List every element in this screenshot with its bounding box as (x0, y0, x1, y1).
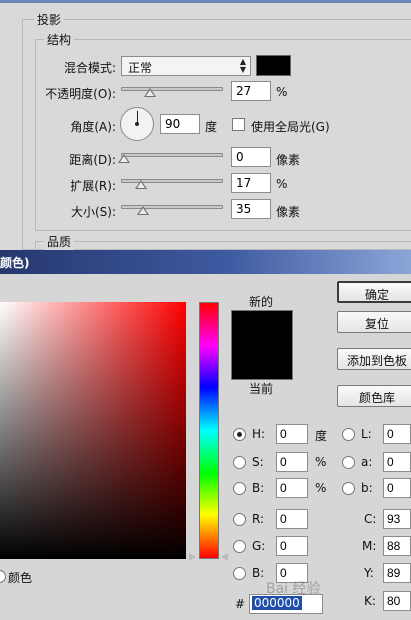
lab-b-input[interactable] (383, 478, 411, 498)
saturation-label: S: (252, 455, 264, 469)
spread-unit: % (276, 177, 288, 191)
hue-slider[interactable] (199, 302, 219, 559)
distance-label: 距离(D): (69, 153, 116, 167)
spread-label: 扩展(R): (70, 179, 116, 193)
red-label: R: (252, 512, 265, 526)
lab-l-label: L: (361, 427, 372, 441)
hex-value: 000000 (252, 596, 302, 610)
opacity-input[interactable] (231, 81, 271, 101)
green-input[interactable] (276, 536, 308, 556)
color-field[interactable] (0, 302, 186, 559)
shadow-color-swatch[interactable] (256, 55, 291, 76)
angle-label: 角度(A): (70, 120, 116, 134)
yellow-label: Y: (364, 566, 374, 580)
size-slider-thumb[interactable] (137, 206, 149, 215)
opacity-slider[interactable] (121, 87, 223, 91)
drop-shadow-title: 投影 (34, 11, 65, 28)
hue-slider-right-marker-icon[interactable] (221, 553, 228, 561)
dialog-title: 颜色) (0, 256, 30, 270)
color-libraries-button[interactable]: 颜色库 (337, 385, 411, 407)
lab-b-label: b: (361, 481, 373, 495)
yellow-input[interactable] (383, 563, 411, 583)
blue-radio[interactable] (233, 567, 246, 580)
opacity-label: 不透明度(O): (45, 87, 116, 101)
lab-a-radio[interactable] (342, 456, 355, 469)
green-label: G: (252, 539, 266, 553)
brightness-label: B: (252, 481, 265, 495)
size-unit: 像素 (276, 205, 301, 219)
cyan-label: C: (364, 512, 377, 526)
color-preview (231, 310, 293, 380)
hue-label: H: (252, 427, 266, 441)
distance-slider[interactable] (121, 153, 223, 157)
brightness-input[interactable] (276, 478, 308, 498)
quality-title: 品质 (44, 233, 75, 250)
red-input[interactable] (276, 509, 308, 529)
cyan-input[interactable] (383, 509, 411, 529)
add-to-swatches-button[interactable]: 添加到色板 (337, 348, 411, 370)
opacity-unit: % (276, 85, 288, 99)
hue-radio[interactable] (233, 428, 246, 441)
hue-input[interactable] (276, 424, 308, 444)
distance-unit: 像素 (276, 153, 301, 167)
distance-slider-thumb[interactable] (118, 154, 130, 163)
ok-button[interactable]: 确定 (337, 281, 411, 303)
angle-dial[interactable] (120, 107, 154, 141)
magenta-input[interactable] (383, 536, 411, 556)
angle-input[interactable] (160, 114, 200, 134)
size-input[interactable] (231, 199, 271, 219)
angle-unit: 度 (205, 120, 218, 134)
blend-mode-label: 混合模式: (63, 61, 116, 75)
hex-label: # (235, 597, 246, 611)
dialog-titlebar[interactable]: 颜色) (0, 250, 411, 274)
watermark: Bai 经验 (266, 581, 321, 597)
brightness-unit: % (315, 481, 327, 495)
select-arrows-icon: ▲ ▼ (239, 57, 246, 74)
panel-top-edge (0, 0, 411, 3)
green-radio[interactable] (233, 540, 246, 553)
lab-a-input[interactable] (383, 452, 411, 472)
brightness-radio[interactable] (233, 482, 246, 495)
spread-input[interactable] (231, 173, 271, 193)
angle-dial-center (135, 122, 139, 126)
hue-slider-left-marker-icon[interactable] (189, 553, 196, 561)
opacity-slider-thumb[interactable] (144, 88, 156, 97)
spread-slider-thumb[interactable] (135, 180, 147, 189)
lab-l-radio[interactable] (342, 428, 355, 441)
hue-unit: 度 (315, 429, 328, 443)
size-label: 大小(S): (70, 205, 116, 219)
structure-title: 结构 (44, 31, 75, 48)
blend-mode-select[interactable]: 正常 ▲ ▼ (121, 56, 251, 76)
lab-b-radio[interactable] (342, 482, 355, 495)
saturation-input[interactable] (276, 452, 308, 472)
blue-label: B: (252, 566, 265, 580)
only-web-colors-label: 颜色 (8, 571, 33, 585)
only-web-colors-checkbox[interactable] (0, 570, 6, 583)
lab-a-label: a: (361, 455, 373, 469)
drop-shadow-panel: 投影 结构 混合模式: 正常 ▲▼ 不透明度(O): % 角度(A): 度 使用… (0, 0, 411, 261)
blend-mode-value: 正常 (128, 61, 153, 75)
black-k-input[interactable] (383, 591, 411, 611)
lab-l-input[interactable] (383, 424, 411, 444)
saturation-radio[interactable] (233, 456, 246, 469)
saturation-unit: % (315, 455, 327, 469)
global-light-label: 使用全局光(G) (251, 120, 330, 134)
color-picker-dialog: 颜色) 新的 当前 确定 复位 添加到色板 颜色库 H: 度 S: % B: %… (0, 250, 411, 620)
global-light-checkbox[interactable] (232, 118, 245, 131)
black-k-label: K: (364, 594, 376, 608)
current-color-label: 当前 (249, 382, 274, 396)
reset-button[interactable]: 复位 (337, 311, 411, 333)
new-color-label: 新的 (249, 295, 274, 309)
magenta-label: M: (362, 539, 377, 553)
red-radio[interactable] (233, 513, 246, 526)
distance-input[interactable] (231, 147, 271, 167)
